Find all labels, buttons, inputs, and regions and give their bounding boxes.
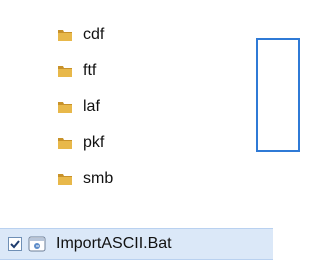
folder-item-pkf[interactable]: pkf (57, 130, 104, 156)
file-list-view: cdf ftf laf pkf smb ImportASCII.Bat (0, 0, 300, 264)
folder-item-ftf[interactable]: ftf (57, 58, 96, 84)
folder-icon (57, 99, 73, 115)
folder-icon (57, 135, 73, 151)
folder-item-laf[interactable]: laf (57, 94, 100, 120)
folder-item-cdf[interactable]: cdf (57, 22, 104, 48)
batch-file-icon (28, 235, 46, 253)
select-checkbox[interactable] (8, 237, 22, 251)
folder-icon (57, 171, 73, 187)
folder-icon (57, 27, 73, 43)
folder-label: cdf (83, 26, 105, 43)
folder-label: smb (83, 170, 114, 187)
file-item-importascii[interactable]: ImportASCII.Bat (0, 228, 273, 260)
folder-label: ftf (83, 62, 97, 79)
folder-label: laf (83, 98, 100, 115)
folder-icon (57, 63, 73, 79)
file-name-label: ImportASCII.Bat (56, 235, 172, 252)
check-icon (10, 240, 20, 249)
folder-item-smb[interactable]: smb (57, 166, 113, 192)
folder-label: pkf (83, 134, 105, 151)
partial-panel-frame (256, 38, 300, 152)
